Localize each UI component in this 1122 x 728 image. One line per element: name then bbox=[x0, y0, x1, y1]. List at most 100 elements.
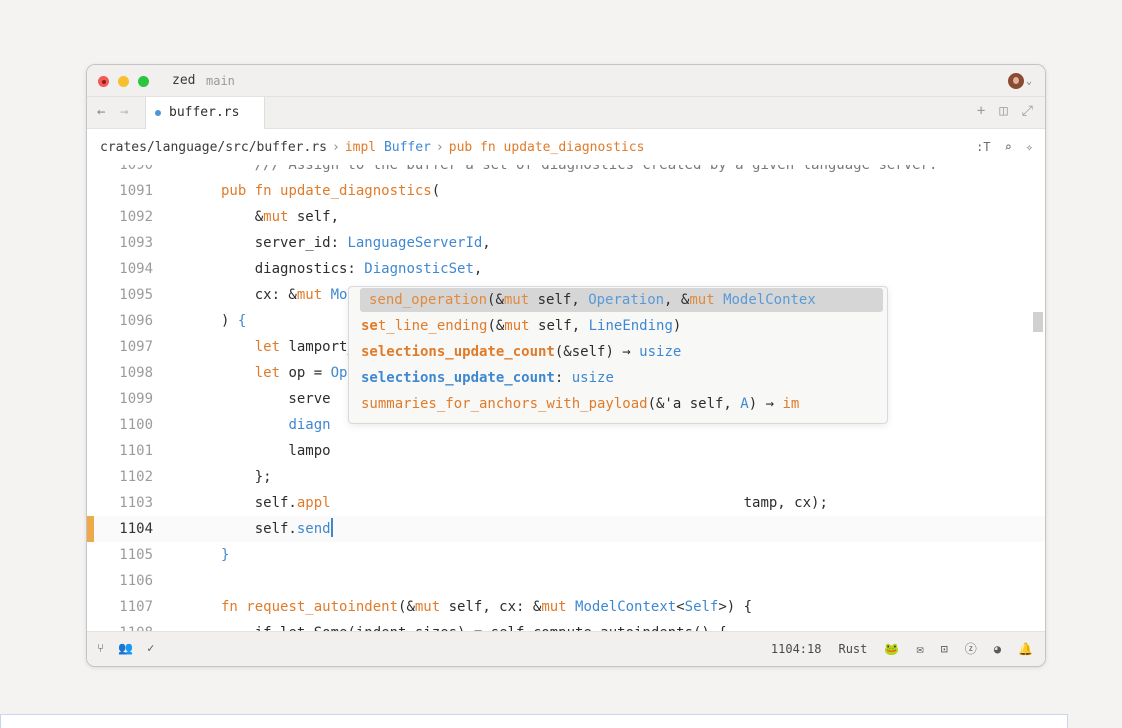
search-icon[interactable]: ⌕ bbox=[1005, 140, 1012, 154]
breadcrumb-path[interactable]: crates/language/src/buffer.rs bbox=[100, 140, 327, 155]
code-token: pub fn bbox=[221, 183, 281, 199]
breadcrumb-impl-keyword[interactable]: impl bbox=[345, 140, 376, 155]
breadcrumb-fn-keyword[interactable]: pub fn bbox=[449, 140, 496, 155]
completion-token: usize bbox=[639, 344, 682, 360]
symbols-icon[interactable]: :T bbox=[976, 140, 990, 154]
code-token: Self bbox=[684, 599, 719, 615]
code-text: fn request_autoindent(&mut self, cx: &mu… bbox=[221, 594, 752, 620]
code-token: mut bbox=[541, 599, 576, 615]
code-line[interactable]: 1091 pub fn update_diagnostics( bbox=[87, 178, 1045, 204]
completion-token: summaries_for_anchors_with_payload bbox=[361, 396, 648, 412]
completion-token: Operation bbox=[588, 292, 665, 308]
code-text: /// Assign to the buffer a set of diagno… bbox=[221, 165, 938, 173]
cursor-position[interactable]: 1104:18 bbox=[771, 642, 822, 656]
code-line[interactable]: 1094 diagnostics: DiagnosticSet, bbox=[87, 256, 1045, 282]
completion-item[interactable]: set_line_ending(&mut self, LineEnding) bbox=[361, 314, 681, 338]
code-token: & bbox=[221, 209, 264, 225]
zed-assistant-icon[interactable]: ⓩ bbox=[965, 640, 977, 657]
line-number: 1093 bbox=[119, 235, 153, 251]
feedback-icon[interactable]: ✉ bbox=[916, 642, 923, 656]
code-text: &mut self, bbox=[221, 204, 339, 230]
user-menu[interactable]: ⌄ bbox=[1007, 72, 1032, 90]
title-bar: zed main ⌄ bbox=[87, 65, 1045, 97]
line-number: 1102 bbox=[119, 469, 153, 485]
back-arrow-icon[interactable]: ← bbox=[97, 104, 105, 120]
code-line[interactable]: 1092 &mut self, bbox=[87, 204, 1045, 230]
completion-item[interactable]: selections_update_count(&self) → usize bbox=[361, 340, 681, 364]
code-line[interactable]: 1103 self.appl tamp, cx); bbox=[87, 490, 1045, 516]
new-tab-icon[interactable]: + bbox=[977, 103, 985, 119]
completion-token: mut bbox=[504, 318, 530, 334]
completion-token: A bbox=[740, 396, 749, 412]
diagnostics-check-icon[interactable]: ✓ bbox=[147, 641, 154, 655]
code-line[interactable]: 1104 self.send bbox=[87, 516, 1045, 542]
code-token: diagnostics: bbox=[221, 261, 365, 277]
page-bottom-strip bbox=[0, 714, 1068, 728]
completion-token: : bbox=[554, 370, 572, 386]
code-text: serve bbox=[221, 386, 330, 412]
completion-token bbox=[715, 292, 723, 308]
line-number: 1092 bbox=[119, 209, 153, 225]
zoom-window-button[interactable] bbox=[138, 76, 149, 87]
code-line[interactable]: 1108 if let Some(indent_sizes) = self.co… bbox=[87, 620, 1045, 631]
code-token: mut bbox=[263, 209, 289, 225]
code-token: >) { bbox=[718, 599, 753, 615]
completion-token: ) bbox=[672, 318, 682, 334]
completion-token: (& bbox=[487, 292, 504, 308]
line-number: 1097 bbox=[119, 339, 153, 355]
code-text: ) { bbox=[221, 308, 246, 334]
status-bar: ⑂ 👥 ✓ 1104:18 Rust 🐸 ✉ ⊡ ⓩ ◕ 🔔 bbox=[87, 631, 1045, 666]
code-line[interactable]: 1090 /// Assign to the buffer a set of d… bbox=[87, 165, 1045, 178]
project-name[interactable]: zed bbox=[172, 73, 195, 88]
code-token: { bbox=[237, 313, 247, 329]
completion-item[interactable]: summaries_for_anchors_with_payload(&'a s… bbox=[361, 392, 799, 416]
completion-token: self, bbox=[529, 318, 589, 334]
line-number: 1100 bbox=[119, 417, 153, 433]
code-line[interactable]: 1102 }; bbox=[87, 464, 1045, 490]
code-line[interactable]: 1107 fn request_autoindent(&mut self, cx:… bbox=[87, 594, 1045, 620]
minimize-window-button[interactable] bbox=[118, 76, 129, 87]
code-token: self. bbox=[221, 495, 297, 511]
forward-arrow-icon[interactable]: → bbox=[120, 104, 128, 120]
notifications-icon[interactable]: 🔔 bbox=[1018, 642, 1033, 656]
completion-token: , & bbox=[664, 292, 690, 308]
line-number: 1101 bbox=[119, 443, 153, 459]
completion-item[interactable]: send_operation(&mut self, Operation, &mu… bbox=[360, 288, 883, 312]
maximize-pane-icon[interactable]: ⤢ bbox=[1022, 103, 1033, 119]
code-text: pub fn update_diagnostics( bbox=[221, 178, 440, 204]
completion-token: im bbox=[782, 396, 800, 412]
code-line[interactable]: 1093 server_id: LanguageServerId, bbox=[87, 230, 1045, 256]
collab-icon[interactable]: 👥 bbox=[118, 641, 133, 655]
completion-item[interactable]: selections_update_count: usize bbox=[361, 366, 614, 390]
completion-token: send_operation bbox=[369, 292, 488, 308]
close-window-button[interactable] bbox=[98, 76, 109, 87]
line-number: 1090 bbox=[119, 165, 153, 173]
terminal-icon[interactable]: ⊡ bbox=[941, 642, 948, 656]
split-pane-icon[interactable]: ◫ bbox=[999, 103, 1007, 119]
completion-token: se bbox=[361, 318, 378, 334]
tab-bar: ← → buffer.rs + ◫ ⤢ bbox=[87, 97, 1045, 129]
language-selector[interactable]: Rust bbox=[838, 642, 867, 656]
code-token: ) bbox=[221, 313, 238, 329]
completion-token: selections_update_count bbox=[361, 370, 555, 386]
code-line[interactable]: 1105} bbox=[87, 542, 1045, 568]
tab-buffer-rs[interactable]: buffer.rs bbox=[145, 97, 265, 129]
copilot-icon[interactable]: 🐸 bbox=[884, 642, 899, 656]
code-text: if let Some(indent_sizes) = self.compute… bbox=[221, 620, 727, 631]
avatar[interactable] bbox=[1007, 73, 1024, 89]
breadcrumb-fn-name[interactable]: update_diagnostics bbox=[504, 140, 645, 155]
project-panel-icon[interactable]: ⑂ bbox=[97, 641, 104, 655]
code-token: self, bbox=[288, 209, 340, 225]
completion-token: (&'a self, bbox=[647, 396, 741, 412]
line-number: 1108 bbox=[87, 620, 153, 631]
code-text: diagn bbox=[221, 412, 330, 438]
assistant-icon[interactable]: ✧ bbox=[1026, 140, 1033, 154]
chat-icon[interactable]: ◕ bbox=[994, 642, 1001, 656]
branch-name[interactable]: main bbox=[206, 74, 235, 88]
breadcrumb-impl-type[interactable]: Buffer bbox=[384, 140, 431, 155]
code-line[interactable]: 1101 lampo bbox=[87, 438, 1045, 464]
code-token: LanguageServerId bbox=[347, 235, 483, 251]
code-line[interactable]: 1106 bbox=[87, 568, 1045, 594]
modified-dot-icon bbox=[155, 110, 161, 116]
